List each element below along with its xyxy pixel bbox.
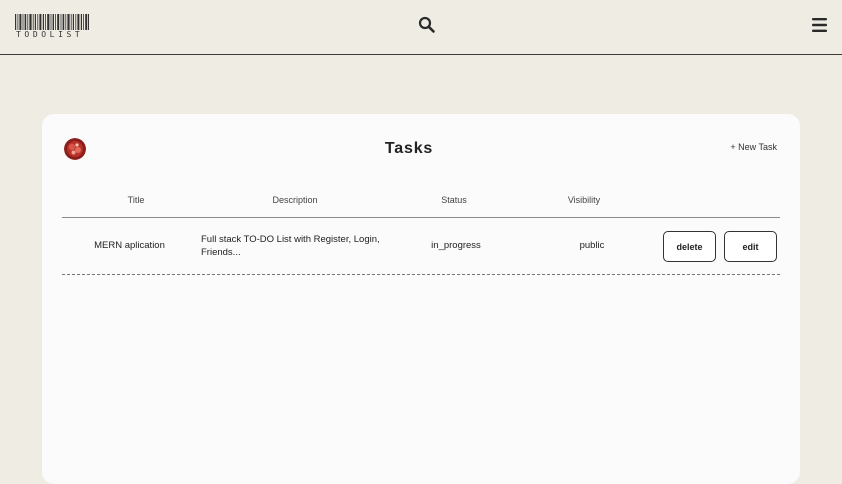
barcode-logo-icon bbox=[15, 14, 89, 30]
page-title: Tasks bbox=[384, 140, 434, 157]
logo-text: TODOLIST bbox=[16, 30, 84, 39]
column-header-title: Title bbox=[127, 195, 145, 205]
search-icon[interactable] bbox=[418, 16, 436, 34]
task-title: MERN aplication bbox=[94, 240, 165, 251]
task-status: in_progress bbox=[431, 240, 481, 251]
delete-button[interactable]: delete bbox=[663, 231, 716, 262]
table-row: MERN aplication Full stack TO-DO List wi… bbox=[62, 219, 780, 275]
column-header-description: Description bbox=[272, 195, 318, 205]
table-header: Title Description Status Visibility bbox=[62, 191, 780, 218]
todolist-logo[interactable]: TODOLIST bbox=[15, 14, 91, 40]
new-task-link[interactable]: + New Task bbox=[730, 142, 777, 152]
column-header-visibility: Visibility bbox=[567, 195, 601, 205]
tasks-card: Tasks + New Task Title Description Statu… bbox=[42, 114, 800, 484]
top-navbar: TODOLIST bbox=[0, 0, 842, 55]
hamburger-menu-icon[interactable] bbox=[812, 17, 827, 33]
edit-button[interactable]: edit bbox=[724, 231, 777, 262]
task-description: Full stack TO-DO List with Register, Log… bbox=[201, 234, 380, 258]
task-visibility: public bbox=[579, 240, 605, 251]
column-header-status: Status bbox=[441, 195, 467, 205]
